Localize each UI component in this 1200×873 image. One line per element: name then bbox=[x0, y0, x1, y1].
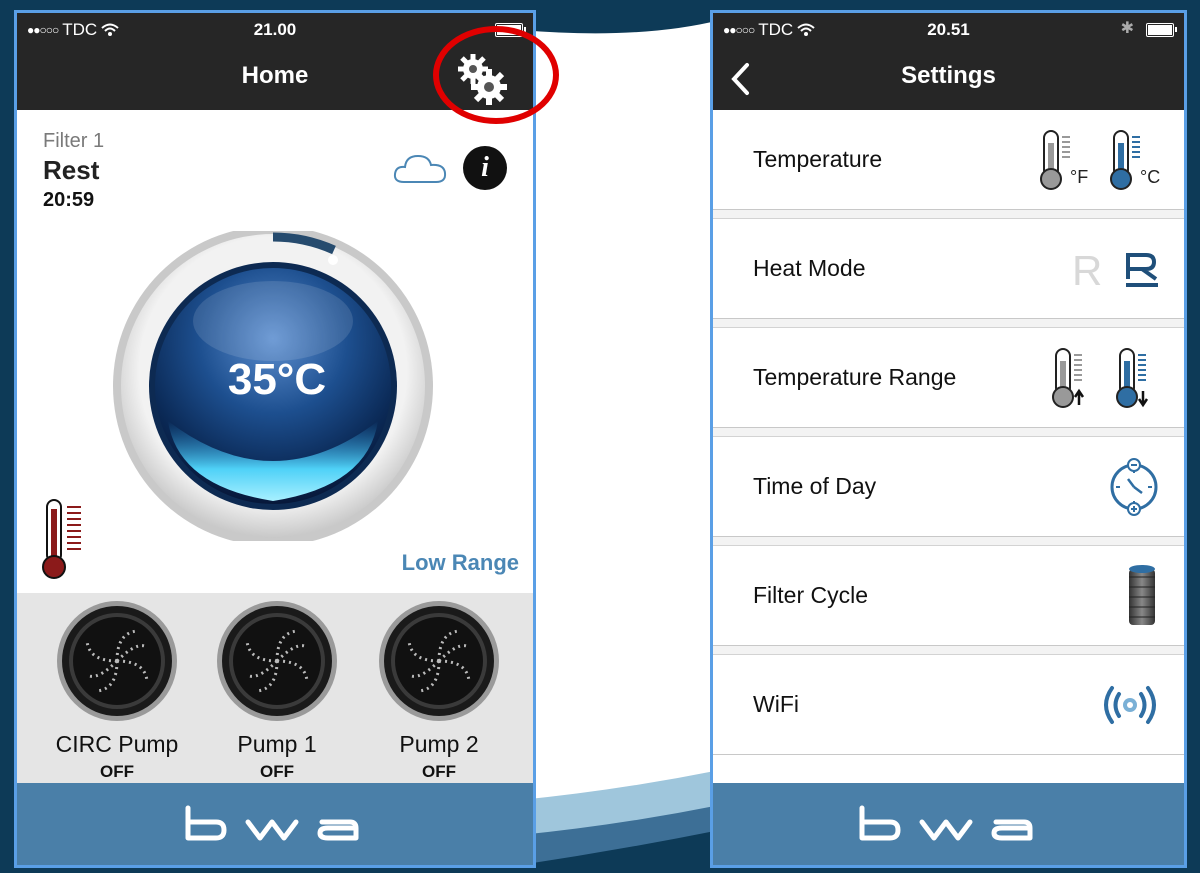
filter-label: Filter 1 bbox=[43, 130, 105, 152]
cloud-icon[interactable] bbox=[392, 151, 448, 185]
svg-text:R: R bbox=[1072, 247, 1102, 291]
pump-state: OFF bbox=[100, 762, 134, 781]
pump-name: Pump 1 bbox=[237, 731, 317, 757]
divider bbox=[713, 537, 1184, 546]
circ-pump-button[interactable]: CIRC Pump OFF bbox=[37, 593, 197, 782]
low-range-icon[interactable] bbox=[1112, 347, 1162, 409]
pump-state: OFF bbox=[422, 762, 456, 781]
fahrenheit-unit: °F bbox=[1070, 167, 1088, 187]
pump-1-button[interactable]: Pump 1 OFF bbox=[197, 593, 357, 782]
pump-name: Pump 2 bbox=[399, 731, 479, 757]
settings-item-time-of-day[interactable]: Time of Day bbox=[713, 437, 1184, 537]
filter-cartridge-icon[interactable] bbox=[1122, 563, 1162, 629]
wifi-signal-icon[interactable] bbox=[1098, 680, 1162, 730]
divider bbox=[713, 646, 1184, 655]
current-temperature: 35°C bbox=[227, 355, 327, 404]
pump-controls: CIRC Pump OFF Pump 1 OFF Pump 2 OFF bbox=[17, 593, 533, 787]
settings-item-temperature-range[interactable]: Temperature Range bbox=[713, 328, 1184, 428]
divider bbox=[713, 319, 1184, 328]
footer-bar bbox=[17, 783, 533, 865]
filter-time: 20:59 bbox=[43, 189, 95, 211]
highlight-circle bbox=[433, 26, 559, 124]
pump-name: CIRC Pump bbox=[55, 731, 179, 757]
footer-bar bbox=[713, 783, 1184, 865]
thermometer-celsius-icon[interactable]: °C bbox=[1106, 129, 1162, 191]
heating-thermometer-icon bbox=[42, 499, 81, 579]
celsius-unit: °C bbox=[1140, 167, 1160, 187]
settings-item-wifi[interactable]: WiFi bbox=[713, 655, 1184, 755]
settings-item-label: Temperature Range bbox=[753, 364, 957, 390]
settings-item-label: Heat Mode bbox=[753, 255, 866, 281]
status-bar: ●●○○○ TDC 20.51 ✱ bbox=[713, 13, 1184, 46]
divider bbox=[713, 428, 1184, 437]
nav-bar: Settings bbox=[713, 46, 1184, 110]
settings-item-temperature[interactable]: Temperature °F °C bbox=[713, 110, 1184, 210]
home-screen: ●●○○○ TDC 21.00 Home Filter 1 Rest 20:59… bbox=[14, 10, 536, 868]
rest-mode-icon[interactable]: R bbox=[1068, 247, 1108, 291]
info-icon[interactable]: i bbox=[463, 146, 507, 190]
jet-icon bbox=[379, 601, 499, 721]
page-title: Settings bbox=[901, 62, 996, 89]
jet-icon bbox=[217, 601, 337, 721]
clock-icon[interactable] bbox=[1106, 457, 1162, 517]
settings-item-label: Time of Day bbox=[753, 473, 877, 499]
temperature-range-label[interactable]: Low Range bbox=[402, 550, 519, 576]
settings-screen: ●●○○○ TDC 20.51 ✱ Settings Temperature °… bbox=[710, 10, 1187, 868]
settings-item-label: Filter Cycle bbox=[753, 582, 869, 608]
settings-item-filter-cycle[interactable]: Filter Cycle bbox=[713, 546, 1184, 646]
battery-icon bbox=[1146, 23, 1177, 37]
pump-state: OFF bbox=[260, 762, 294, 781]
thermometer-fahrenheit-icon[interactable]: °F bbox=[1036, 129, 1092, 191]
status-time: 20.51 bbox=[927, 20, 970, 39]
bluetooth-icon: ✱ bbox=[1120, 20, 1134, 37]
high-range-icon[interactable] bbox=[1048, 347, 1098, 409]
settings-item-heat-mode[interactable]: Heat Mode R bbox=[713, 219, 1184, 319]
divider bbox=[713, 210, 1184, 219]
filter-state: Rest bbox=[43, 155, 100, 185]
bwa-logo bbox=[859, 805, 1032, 841]
settings-item-label: Temperature bbox=[753, 146, 883, 172]
ready-mode-icon[interactable] bbox=[1122, 247, 1162, 291]
pump-2-button[interactable]: Pump 2 OFF bbox=[359, 593, 519, 782]
settings-item-label: WiFi bbox=[753, 691, 799, 717]
bwa-logo bbox=[185, 805, 359, 841]
jet-icon bbox=[57, 601, 177, 721]
